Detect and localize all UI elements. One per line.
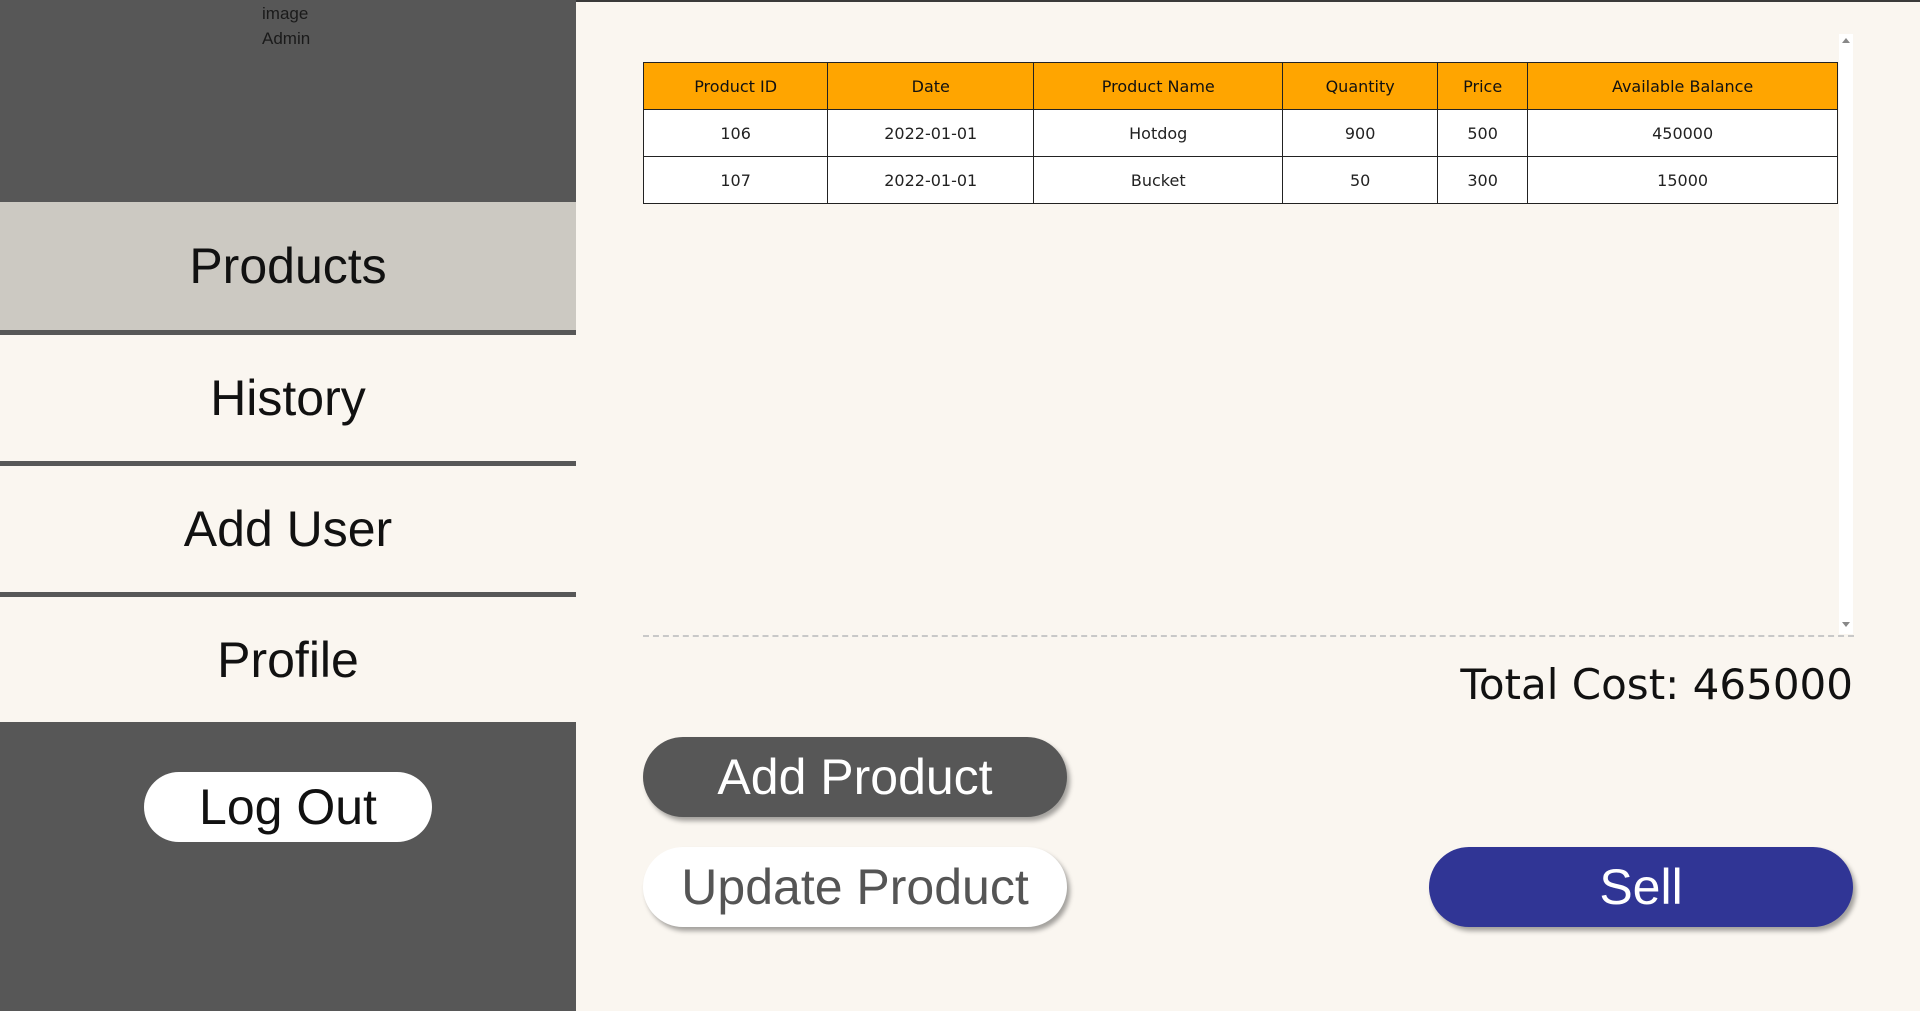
update-product-button[interactable]: Update Product [643,847,1067,927]
nav-item-products[interactable]: Products [0,202,576,335]
cell-quantity: 900 [1282,109,1439,157]
cell-date: 2022-01-01 [827,156,1035,204]
cell-product-name: Hotdog [1033,109,1284,157]
sell-button[interactable]: Sell [1429,847,1853,927]
sidebar: image Admin Products History Add User Pr… [0,0,576,1011]
scroll-up-arrow-icon[interactable] [1842,38,1850,43]
cell-available-balance: 15000 [1527,156,1838,204]
table-header-row: Product ID Date Product Name Quantity Pr… [642,62,1838,110]
header-available-balance: Available Balance [1527,62,1838,110]
total-cost: Total Cost: 465000 [1460,660,1853,709]
header-price: Price [1437,62,1529,110]
nav-item-profile[interactable]: Profile [0,597,576,722]
cell-available-balance: 450000 [1527,109,1838,157]
header-product-id: Product ID [642,62,829,110]
divider [643,635,1854,637]
profile-image-alt: image [262,4,309,23]
cell-product-name: Bucket [1033,156,1284,204]
cell-quantity: 50 [1282,156,1439,204]
cell-price: 500 [1437,109,1529,157]
products-table-container: Product ID Date Product Name Quantity Pr… [642,34,1854,634]
nav-item-history[interactable]: History [0,335,576,466]
logout-button[interactable]: Log Out [144,772,432,842]
scrollbar[interactable] [1839,34,1853,634]
table-row[interactable]: 106 2022-01-01 Hotdog 900 500 450000 [642,109,1838,157]
cell-price: 300 [1437,156,1529,204]
scroll-down-arrow-icon[interactable] [1842,622,1850,627]
profile-name: Admin [262,29,311,48]
header-date: Date [827,62,1035,110]
nav-item-add-user[interactable]: Add User [0,466,576,597]
profile-area: image Admin [0,0,576,202]
cell-product-id: 106 [642,109,829,157]
table-row[interactable]: 107 2022-01-01 Bucket 50 300 15000 [642,156,1838,204]
header-product-name: Product Name [1033,62,1284,110]
add-product-button[interactable]: Add Product [643,737,1067,817]
cell-product-id: 107 [642,156,829,204]
cell-date: 2022-01-01 [827,109,1035,157]
header-quantity: Quantity [1282,62,1439,110]
products-table: Product ID Date Product Name Quantity Pr… [642,62,1838,204]
